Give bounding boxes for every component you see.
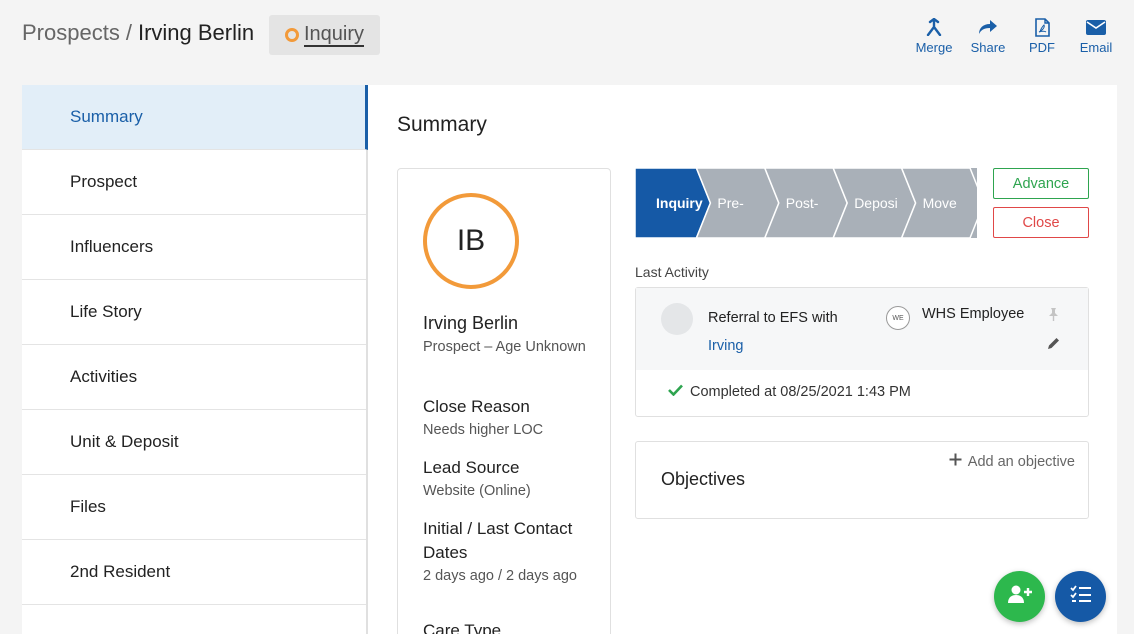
share-button[interactable]: Share: [970, 17, 1006, 55]
merge-label: Merge: [915, 40, 953, 55]
prospect-name: Irving Berlin: [423, 313, 519, 333]
status-label: Inquiry: [304, 23, 365, 47]
field-label: Lead Source: [423, 458, 520, 477]
contact-dates-field: Initial / Last Contact Dates 2 days ago …: [423, 517, 595, 587]
email-icon: [1086, 17, 1106, 37]
profile-card: IB Irving Berlin Prospect – Age Unknown …: [397, 168, 611, 634]
merge-icon: [926, 17, 942, 37]
pdf-label: PDF: [1029, 40, 1055, 55]
pin-icon[interactable]: [1046, 307, 1061, 327]
sidebar-item-2nd-resident[interactable]: 2nd Resident: [22, 540, 366, 605]
employee-avatar: WE: [886, 306, 910, 330]
activity-text: Referral to EFS with: [708, 310, 838, 326]
pipeline-stage-label-0: Inquiry: [656, 195, 703, 211]
breadcrumb: Prospects / Irving Berlin: [22, 20, 254, 46]
field-label: Close Reason: [423, 397, 530, 416]
page-header: Prospects / Irving Berlin Inquiry Merge …: [0, 0, 1134, 80]
pipeline-stage-label-3: Deposi: [854, 195, 898, 211]
share-icon: [978, 17, 998, 37]
employee-name: WHS Employee: [922, 306, 1025, 322]
status-dot-icon: [285, 28, 299, 42]
completed-text: Completed at 08/25/2021 1:43 PM: [690, 384, 911, 400]
email-label: Email: [1079, 40, 1113, 55]
prospect-subtitle: Prospect – Age Unknown: [423, 339, 586, 355]
status-badge[interactable]: Inquiry: [269, 15, 380, 55]
advance-button[interactable]: Advance: [993, 168, 1089, 199]
pipeline-stage-label-2: Post-: [786, 195, 819, 211]
activity-avatar: [661, 303, 693, 335]
header-actions: Merge Share PDF Email: [916, 17, 1114, 55]
activity-contact-link[interactable]: Irving: [708, 332, 838, 360]
breadcrumb-current: Irving Berlin: [137, 20, 255, 45]
field-label: Initial / Last Contact Dates: [423, 519, 573, 562]
page-title: Summary: [397, 113, 487, 136]
activity-description: Referral to EFS with Irving: [708, 304, 838, 360]
email-button[interactable]: Email: [1078, 17, 1114, 55]
pipeline-stages: Inquiry Pre- Post- Deposi Move: [635, 168, 977, 238]
objectives-card: Objectives Add an objective: [635, 441, 1089, 519]
field-value: 2 days ago / 2 days ago: [423, 568, 577, 584]
add-person-icon: [1007, 584, 1033, 609]
breadcrumb-prospects-link[interactable]: Prospects: [22, 20, 120, 46]
sidebar-nav: Summary Prospect Influencers Life Story …: [22, 85, 368, 634]
merge-button[interactable]: Merge: [916, 17, 952, 55]
breadcrumb-separator: /: [125, 20, 132, 45]
sidebar-item-life-story[interactable]: Life Story: [22, 280, 366, 345]
avatar: IB: [423, 193, 519, 289]
pipeline-stage-label-4: Move: [923, 195, 957, 211]
close-button[interactable]: Close: [993, 207, 1089, 238]
main-panel: Summary IB Irving Berlin Prospect – Age …: [368, 85, 1117, 634]
sidebar-item-unit-deposit[interactable]: Unit & Deposit: [22, 410, 366, 475]
pdf-icon: [1034, 17, 1050, 37]
activity-row: Referral to EFS with Irving WE WHS Emplo…: [636, 288, 1088, 370]
field-value: Website (Online): [423, 483, 531, 499]
field-value: Needs higher LOC: [423, 422, 544, 438]
sidebar-item-influencers[interactable]: Influencers: [22, 215, 366, 280]
care-type-field: Care Type: [423, 619, 598, 634]
last-activity-label: Last Activity: [635, 264, 709, 280]
share-label: Share: [970, 40, 1006, 55]
close-reason-field: Close Reason Needs higher LOC: [423, 395, 598, 441]
pipeline-stage-label-1: Pre-: [717, 195, 744, 211]
sidebar-item-prospect[interactable]: Prospect: [22, 150, 366, 215]
add-objective-label: Add an objective: [967, 453, 1075, 470]
pdf-button[interactable]: PDF: [1024, 17, 1060, 55]
field-label: Care Type: [423, 621, 502, 634]
pencil-icon[interactable]: [1046, 336, 1061, 356]
add-objective-button[interactable]: Add an objective: [949, 453, 1075, 470]
last-activity-card: Referral to EFS with Irving WE WHS Emplo…: [635, 287, 1089, 417]
plus-icon: [949, 453, 962, 470]
checklist-icon: [1069, 585, 1092, 608]
completed-status: Completed at 08/25/2021 1:43 PM: [668, 384, 911, 400]
checklist-button[interactable]: [1055, 571, 1106, 622]
sidebar-item-activities[interactable]: Activities: [22, 345, 366, 410]
add-person-button[interactable]: [994, 571, 1045, 622]
lead-source-field: Lead Source Website (Online): [423, 456, 598, 502]
sidebar-item-files[interactable]: Files: [22, 475, 366, 540]
sidebar-item-summary[interactable]: Summary: [22, 85, 368, 150]
objectives-title: Objectives: [661, 469, 746, 489]
avatar-initials: IB: [456, 224, 486, 257]
check-icon: [668, 384, 683, 400]
